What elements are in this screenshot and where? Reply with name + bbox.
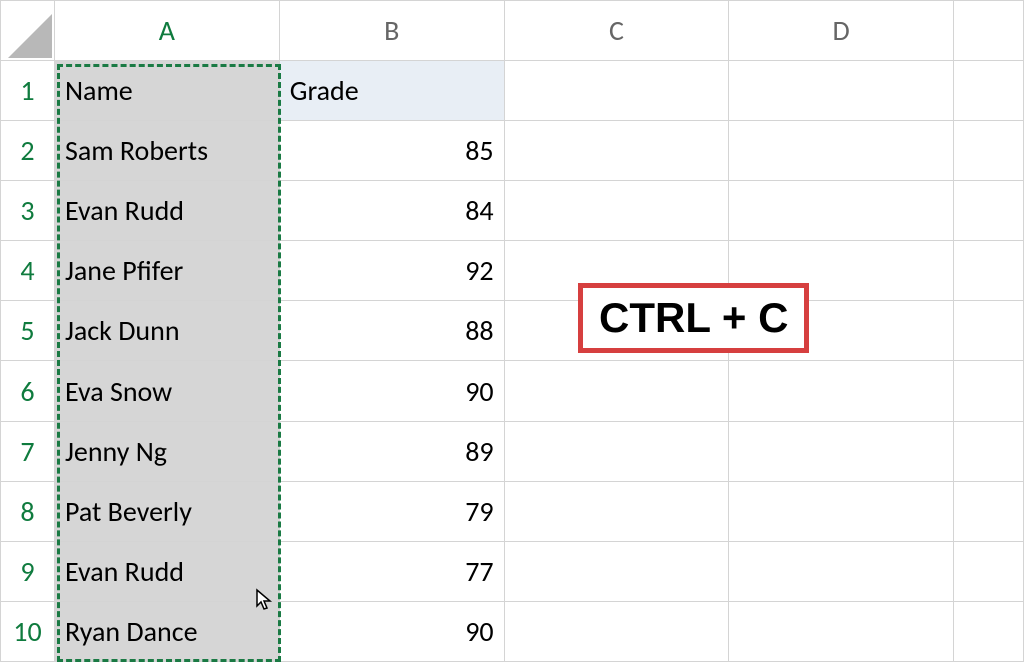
cell-b8[interactable]: 79	[279, 481, 504, 541]
cell-e6[interactable]	[954, 361, 1024, 421]
spreadsheet-grid[interactable]: A B C D 1 Name Grade 2 Sam Roberts 85 3 …	[0, 0, 1024, 662]
cell-a10[interactable]: Ryan Dance	[54, 601, 279, 661]
cell-a6[interactable]: Eva Snow	[54, 361, 279, 421]
cell-d1[interactable]	[729, 61, 954, 121]
cell-e4[interactable]	[954, 241, 1024, 301]
row-header-4[interactable]: 4	[1, 241, 55, 301]
cell-d2[interactable]	[729, 121, 954, 181]
corner-triangle-icon	[8, 14, 52, 58]
cell-a1[interactable]: Name	[54, 61, 279, 121]
cell-c8[interactable]	[504, 481, 729, 541]
cell-c7[interactable]	[504, 421, 729, 481]
column-header-b[interactable]: B	[279, 1, 504, 61]
cell-e9[interactable]	[954, 541, 1024, 601]
column-header-c[interactable]: C	[504, 1, 729, 61]
select-all-corner[interactable]	[1, 1, 55, 61]
cell-b3[interactable]: 84	[279, 181, 504, 241]
column-header-e[interactable]	[954, 1, 1024, 61]
row-header-2[interactable]: 2	[1, 121, 55, 181]
cell-a4[interactable]: Jane Pfifer	[54, 241, 279, 301]
cell-a3[interactable]: Evan Rudd	[54, 181, 279, 241]
row-header-5[interactable]: 5	[1, 301, 55, 361]
cell-e7[interactable]	[954, 421, 1024, 481]
cell-e1[interactable]	[954, 61, 1024, 121]
cell-b4[interactable]: 92	[279, 241, 504, 301]
cell-b1[interactable]: Grade	[279, 61, 504, 121]
cell-a2[interactable]: Sam Roberts	[54, 121, 279, 181]
cell-b9[interactable]: 77	[279, 541, 504, 601]
row-header-1[interactable]: 1	[1, 61, 55, 121]
cell-e3[interactable]	[954, 181, 1024, 241]
cell-a7[interactable]: Jenny Ng	[54, 421, 279, 481]
cell-a9[interactable]: Evan Rudd	[54, 541, 279, 601]
cell-d6[interactable]	[729, 361, 954, 421]
cell-c2[interactable]	[504, 121, 729, 181]
row-header-7[interactable]: 7	[1, 421, 55, 481]
cell-b6[interactable]: 90	[279, 361, 504, 421]
cell-d3[interactable]	[729, 181, 954, 241]
cell-d8[interactable]	[729, 481, 954, 541]
cell-e8[interactable]	[954, 481, 1024, 541]
cell-d7[interactable]	[729, 421, 954, 481]
cell-e10[interactable]	[954, 601, 1024, 661]
row-header-10[interactable]: 10	[1, 601, 55, 661]
row-header-9[interactable]: 9	[1, 541, 55, 601]
cell-c3[interactable]	[504, 181, 729, 241]
cell-d10[interactable]	[729, 601, 954, 661]
row-header-8[interactable]: 8	[1, 481, 55, 541]
keyboard-shortcut-annotation: CTRL + C	[578, 283, 809, 353]
cell-c1[interactable]	[504, 61, 729, 121]
column-header-a[interactable]: A	[54, 1, 279, 61]
cell-e2[interactable]	[954, 121, 1024, 181]
cell-b7[interactable]: 89	[279, 421, 504, 481]
cell-c10[interactable]	[504, 601, 729, 661]
cell-c9[interactable]	[504, 541, 729, 601]
cell-a8[interactable]: Pat Beverly	[54, 481, 279, 541]
column-header-d[interactable]: D	[729, 1, 954, 61]
row-header-3[interactable]: 3	[1, 181, 55, 241]
cell-b5[interactable]: 88	[279, 301, 504, 361]
cell-c6[interactable]	[504, 361, 729, 421]
cell-a5[interactable]: Jack Dunn	[54, 301, 279, 361]
cell-b2[interactable]: 85	[279, 121, 504, 181]
cell-d9[interactable]	[729, 541, 954, 601]
row-header-6[interactable]: 6	[1, 361, 55, 421]
cell-e5[interactable]	[954, 301, 1024, 361]
cell-b10[interactable]: 90	[279, 601, 504, 661]
